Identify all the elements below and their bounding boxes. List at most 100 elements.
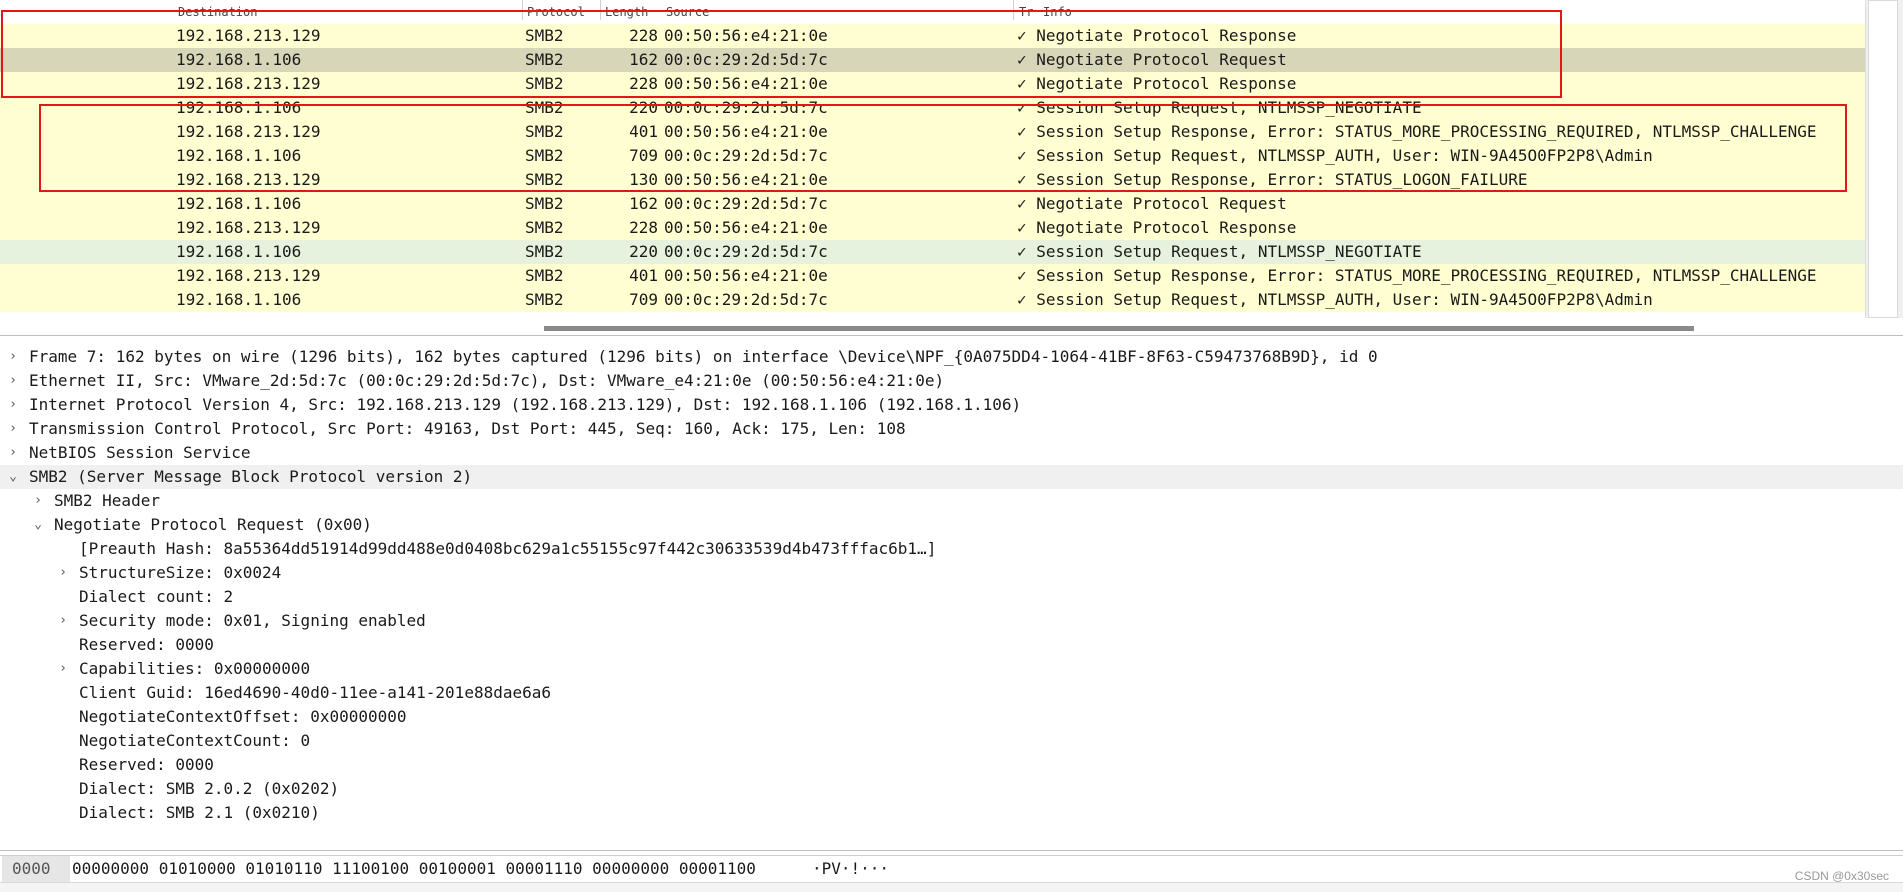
packet-info: ✓ Session Setup Response, Error: STATUS_… [1017, 170, 1528, 189]
tree-item[interactable]: NegotiateContextOffset: 0x00000000 [0, 705, 1903, 729]
tree-item[interactable]: Reserved: 0000 [0, 753, 1903, 777]
tree-item[interactable]: › Ethernet II, Src: VMware_2d:5d:7c (00:0… [0, 369, 1903, 393]
packet-list-vertical-scrollbar[interactable] [1865, 0, 1903, 318]
col-protocol[interactable]: Protocol [527, 5, 585, 19]
tree-item[interactable]: › Security mode: 0x01, Signing enabled [0, 609, 1903, 633]
packet-row[interactable]: 192.168.213.129 SMB2 228 00:50:56:e4:21:0e ✓… [0, 72, 1865, 96]
tree-item[interactable]: › Capabilities: 0x00000000 [0, 657, 1903, 681]
packet-row[interactable]: 192.168.213.129 SMB2 130 00:50:56:e4:21:0e ✓… [0, 168, 1865, 192]
chevron-right-icon[interactable]: › [6, 393, 20, 417]
packet-protocol: SMB2 [525, 194, 564, 213]
tree-item[interactable]: › Transmission Control Protocol, Src Port… [0, 417, 1903, 441]
packet-source: 00:50:56:e4:21:0e [664, 122, 828, 141]
packet-row[interactable]: 192.168.1.106 SMB2 709 00:0c:29:2d:5d:7c ✓ S… [0, 144, 1865, 168]
packet-bytes-pane[interactable]: 0000 00000000 01010000 01010110 11100100… [0, 855, 1903, 882]
tree-item-label: Negotiate Protocol Request (0x00) [54, 515, 372, 534]
tree-item[interactable]: › SMB2 Header [0, 489, 1903, 513]
chevron-right-icon[interactable]: › [6, 345, 20, 369]
packet-destination: 192.168.213.129 [176, 266, 321, 285]
packet-length: 220 [629, 98, 658, 117]
col-info[interactable]: Info [1043, 5, 1072, 19]
tree-item[interactable]: [Preauth Hash: 8a55364dd51914d99dd488e0d… [0, 537, 1903, 561]
col-destination[interactable]: Destination [178, 5, 257, 19]
packet-protocol: SMB2 [525, 26, 564, 45]
watermark: CSDN @0x30sec [1794, 869, 1889, 883]
chevron-down-icon[interactable]: ⌄ [6, 465, 20, 489]
packet-row[interactable]: 192.168.213.129 SMB2 228 00:50:56:e4:21:0e ✓… [0, 24, 1865, 48]
packet-row[interactable]: 192.168.213.129 SMB2 401 00:50:56:e4:21:0e ✓… [0, 120, 1865, 144]
tree-item-label: Ethernet II, Src: VMware_2d:5d:7c (00:0c… [29, 371, 945, 390]
packet-source: 00:50:56:e4:21:0e [664, 74, 828, 93]
packet-list-horizontal-scroll-thumb[interactable] [544, 326, 1694, 331]
tree-item-label: Reserved: 0000 [79, 755, 214, 774]
packet-protocol: SMB2 [525, 170, 564, 189]
tree-item[interactable]: ⌄ Negotiate Protocol Request (0x00) [0, 513, 1903, 537]
packet-destination: 192.168.213.129 [176, 218, 321, 237]
col-length[interactable]: Length [605, 5, 648, 19]
packet-destination: 192.168.1.106 [176, 50, 302, 69]
tree-item[interactable]: › NetBIOS Session Service [0, 441, 1903, 465]
packet-row[interactable]: 192.168.1.106 SMB2 220 00:0c:29:2d:5d:7c ✓ S… [0, 96, 1865, 120]
packet-protocol: SMB2 [525, 242, 564, 261]
tree-item-label: NetBIOS Session Service [29, 443, 251, 462]
tree-item[interactable]: Dialect: SMB 2.0.2 (0x0202) [0, 777, 1903, 801]
packet-source: 00:50:56:e4:21:0e [664, 26, 828, 45]
col-source[interactable]: Source [666, 5, 709, 19]
tree-item[interactable]: Reserved: 0000 [0, 633, 1903, 657]
packet-source: 00:50:56:e4:21:0e [664, 170, 828, 189]
packet-length: 401 [629, 122, 658, 141]
col-divider[interactable] [600, 0, 601, 20]
bytes-bits[interactable]: 00000000 01010000 01010110 11100100 0010… [72, 856, 756, 882]
col-tr[interactable]: Tr [1019, 5, 1033, 19]
packet-info: ✓ Session Setup Request, NTLMSSP_NEGOTIA… [1017, 98, 1422, 117]
packet-protocol: SMB2 [525, 290, 564, 309]
packet-details-tree[interactable]: › Frame 7: 162 bytes on wire (1296 bits),… [0, 345, 1903, 851]
chevron-right-icon[interactable]: › [6, 441, 20, 465]
tree-item[interactable]: Dialect count: 2 [0, 585, 1903, 609]
packet-info: ✓ Session Setup Request, NTLMSSP_AUTH, U… [1017, 290, 1653, 309]
packet-destination: 192.168.213.129 [176, 170, 321, 189]
packet-length: 220 [629, 242, 658, 261]
packet-list-vertical-scroll-thumb[interactable] [1868, 0, 1898, 318]
packet-row[interactable]: 192.168.1.106 SMB2 162 00:0c:29:2d:5d:7c ✓ N… [0, 48, 1865, 72]
tree-item-label: Client Guid: 16ed4690-40d0-11ee-a141-201… [79, 683, 552, 702]
packet-row[interactable]: 192.168.213.129 SMB2 401 00:50:56:e4:21:0e ✓… [0, 264, 1865, 288]
chevron-right-icon[interactable]: › [6, 369, 20, 393]
chevron-right-icon[interactable]: › [31, 489, 45, 513]
tree-item[interactable]: Client Guid: 16ed4690-40d0-11ee-a141-201… [0, 681, 1903, 705]
tree-item[interactable]: › Internet Protocol Version 4, Src: 192.1… [0, 393, 1903, 417]
packet-source: 00:50:56:e4:21:0e [664, 266, 828, 285]
chevron-down-icon[interactable]: ⌄ [31, 513, 45, 537]
chevron-right-icon[interactable]: › [56, 609, 70, 633]
tree-item[interactable]: › Frame 7: 162 bytes on wire (1296 bits),… [0, 345, 1903, 369]
packet-source: 00:0c:29:2d:5d:7c [664, 290, 828, 309]
tree-item-label: Dialect count: 2 [79, 587, 234, 606]
bytes-ascii[interactable]: ·PV·!··· [812, 856, 889, 882]
packet-length: 228 [629, 74, 658, 93]
packet-info: ✓ Session Setup Request, NTLMSSP_AUTH, U… [1017, 146, 1653, 165]
packet-destination: 192.168.1.106 [176, 98, 302, 117]
tree-item-label: Security mode: 0x01, Signing enabled [79, 611, 426, 630]
tree-item[interactable]: NegotiateContextCount: 0 [0, 729, 1903, 753]
packet-source: 00:50:56:e4:21:0e [664, 218, 828, 237]
chevron-right-icon[interactable]: › [6, 417, 20, 441]
tree-item[interactable]: Dialect: SMB 2.1 (0x0210) [0, 801, 1903, 825]
packet-length: 709 [629, 290, 658, 309]
chevron-right-icon[interactable]: › [56, 657, 70, 681]
packet-source: 00:0c:29:2d:5d:7c [664, 50, 828, 69]
chevron-right-icon[interactable]: › [56, 561, 70, 585]
packet-destination: 192.168.1.106 [176, 194, 302, 213]
packet-row[interactable]: 192.168.1.106 SMB2 709 00:0c:29:2d:5d:7c ✓ S… [0, 288, 1865, 312]
col-divider[interactable] [522, 0, 523, 20]
packet-row[interactable]: 192.168.1.106 SMB2 162 00:0c:29:2d:5d:7c ✓ N… [0, 192, 1865, 216]
tree-item[interactable]: ⌄ SMB2 (Server Message Block Protocol ver… [0, 465, 1903, 489]
packet-row[interactable]: 192.168.213.129 SMB2 228 00:50:56:e4:21:0e ✓… [0, 216, 1865, 240]
packet-row[interactable]: 192.168.1.106 SMB2 220 00:0c:29:2d:5d:7c ✓ S… [0, 240, 1865, 264]
tree-item-label: Internet Protocol Version 4, Src: 192.16… [29, 395, 1022, 414]
packet-list-horizontal-scrollbar[interactable] [0, 320, 1903, 334]
tree-item-label: Capabilities: 0x00000000 [79, 659, 311, 678]
col-divider[interactable] [1013, 0, 1014, 20]
packet-list[interactable]: Destination Protocol Length Source Tr In… [0, 0, 1903, 336]
packet-source: 00:0c:29:2d:5d:7c [664, 242, 828, 261]
tree-item[interactable]: › StructureSize: 0x0024 [0, 561, 1903, 585]
